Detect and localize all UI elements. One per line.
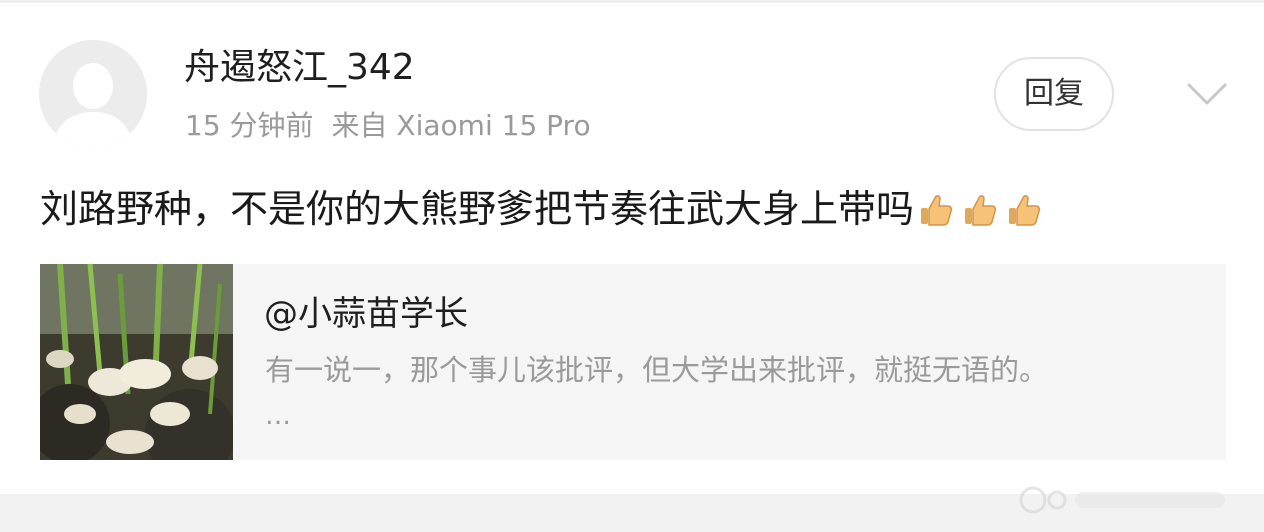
top-divider <box>0 0 1264 3</box>
reply-button[interactable]: 回复 <box>994 57 1114 131</box>
post-source: 来自 Xiaomi 15 Pro <box>331 109 591 142</box>
watermark-logo <box>1019 486 1225 514</box>
garlic-sprouts-image <box>40 264 233 460</box>
thumbs-up-icon <box>1009 195 1041 226</box>
avatar[interactable] <box>39 40 147 148</box>
quoted-post-ellipsis: … <box>265 401 293 431</box>
thumbs-up-icon <box>921 195 953 226</box>
post-author-name[interactable]: 舟遏怒江_342 <box>184 46 415 90</box>
quoted-author-name[interactable]: @小蒜苗学长 <box>264 292 468 336</box>
default-user-icon <box>39 40 147 148</box>
chevron-down-icon[interactable] <box>1186 80 1228 108</box>
quoted-post-text: 有一说一，那个事儿该批评，但大学出来批评，就挺无语的。 <box>265 353 1049 387</box>
post-content: 刘路野种，不是你的大熊野爹把节奏往武大身上带吗 <box>40 182 1050 236</box>
post-time: 15 分钟前 <box>185 109 314 142</box>
quoted-post-card[interactable]: @小蒜苗学长 有一说一，那个事儿该批评，但大学出来批评，就挺无语的。 … <box>40 264 1226 460</box>
post-meta: 15 分钟前 来自 Xiaomi 15 Pro <box>185 108 591 144</box>
emoji-group <box>918 182 1050 236</box>
thumbs-up-icon <box>965 195 997 226</box>
post-text: 刘路野种，不是你的大熊野爹把节奏往武大身上带吗 <box>40 187 915 231</box>
quoted-post-thumbnail <box>40 264 233 460</box>
